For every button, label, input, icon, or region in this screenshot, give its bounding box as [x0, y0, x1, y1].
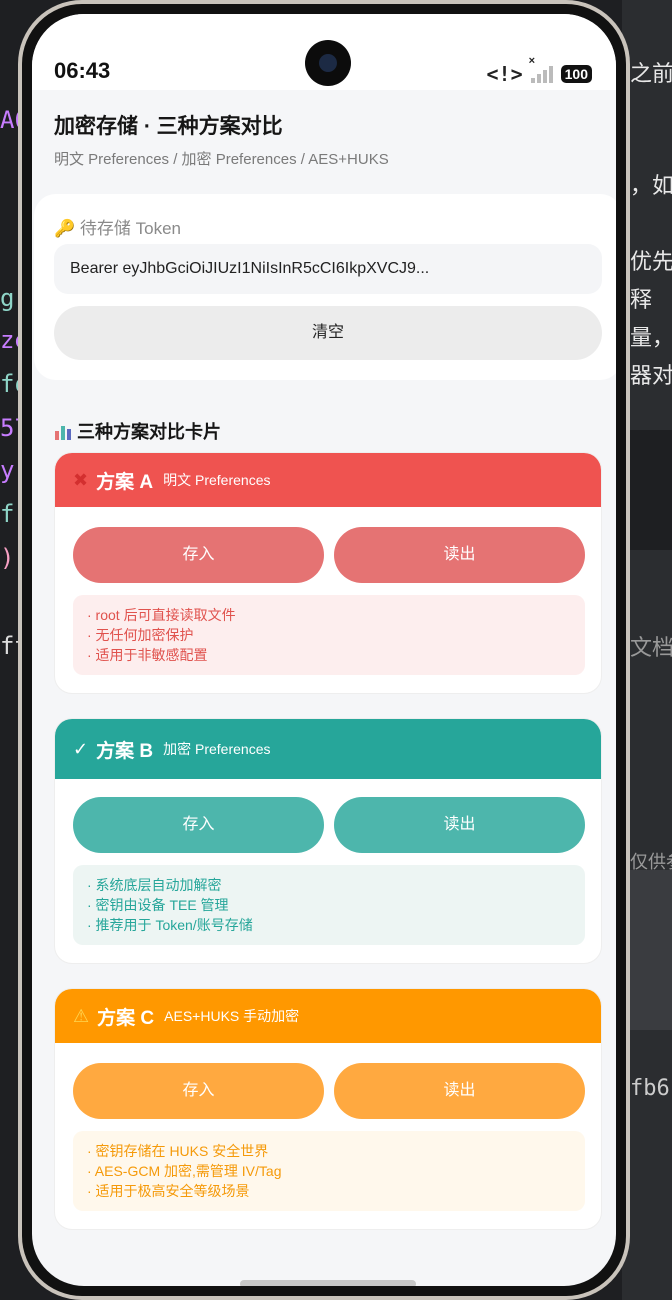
doc-fragment: 释	[630, 288, 653, 313]
save-button[interactable]: 存入	[73, 1063, 324, 1119]
status-bar: 06:43 <!> × 100	[32, 14, 616, 90]
scheme-notes: · 密钥存储在 HUKS 安全世界 · AES-GCM 加密,需管理 IV/Ta…	[73, 1131, 585, 1211]
token-input[interactable]: Bearer eyJhbGciOiJIUzI1NiIsInR5cCI6IkpXV…	[54, 244, 602, 294]
scheme-name: 方案 C	[97, 1007, 155, 1029]
save-button[interactable]: 存入	[73, 797, 324, 853]
save-button[interactable]: 存入	[73, 527, 324, 583]
scheme-desc: 明文 Preferences	[163, 472, 271, 488]
phone-frame: 06:43 <!> × 100 加密存储 · 三种方案对比 明文 Prefere…	[18, 0, 630, 1300]
chart-icon	[54, 423, 72, 441]
phone-bezel: 06:43 <!> × 100 加密存储 · 三种方案对比 明文 Prefere…	[22, 4, 626, 1296]
page-header: 加密存储 · 三种方案对比 明文 Preferences / 加密 Prefer…	[54, 110, 389, 169]
scheme-desc: 加密 Preferences	[163, 741, 271, 757]
scheme-actions: 存入 读出	[73, 527, 585, 583]
scheme-desc: AES+HUKS 手动加密	[164, 1008, 300, 1024]
battery-icon: 100	[560, 65, 592, 83]
signal-icon: ×	[529, 55, 553, 83]
scheme-name: 方案 A	[96, 471, 154, 493]
section-title-row: 三种方案对比卡片	[54, 418, 221, 444]
scheme-header: ✓ 方案 B 加密 Preferences	[55, 719, 601, 779]
doc-fragment: 优先	[630, 250, 672, 275]
read-button[interactable]: 读出	[334, 527, 585, 583]
note-item: · 适用于非敏感配置	[87, 647, 208, 663]
warning-icon: ⚠	[73, 1005, 90, 1026]
page-title: 加密存储 · 三种方案对比	[54, 115, 283, 138]
scheme-header: ⚠ 方案 C AES+HUKS 手动加密	[55, 989, 601, 1043]
code-fragment: g	[0, 284, 15, 312]
scheme-header: ✖ 方案 A 明文 Preferences	[55, 453, 601, 507]
doc-fragment: 之前	[630, 62, 672, 87]
scheme-card-b: ✓ 方案 B 加密 Preferences 存入 读出 · 系统底层自动加解密 …	[54, 718, 602, 964]
note-item: · AES-GCM 加密,需管理 IV/Tag	[87, 1163, 282, 1179]
scheme-card-c: ⚠ 方案 C AES+HUKS 手动加密 存入 读出 · 密钥存储在 HUKS …	[54, 988, 602, 1230]
note-item: · 无任何加密保护	[87, 627, 194, 643]
note-item: · 密钥存储在 HUKS 安全世界	[87, 1143, 269, 1159]
note-item: · root 后可直接读取文件	[87, 607, 236, 623]
note-item: · 推荐用于 Token/账号存储	[87, 917, 253, 933]
phone-screen: 06:43 <!> × 100 加密存储 · 三种方案对比 明文 Prefere…	[32, 14, 616, 1286]
read-button[interactable]: 读出	[334, 1063, 585, 1119]
developer-mode-icon: <!>	[486, 62, 523, 86]
section-title: 三种方案对比卡片	[77, 422, 222, 442]
doc-fragment: 器对	[630, 364, 672, 389]
scheme-notes: · 系统底层自动加解密 · 密钥由设备 TEE 管理 · 推荐用于 Token/…	[73, 865, 585, 945]
doc-fragment: 量，信	[630, 326, 672, 351]
scheme-notes: · root 后可直接读取文件 · 无任何加密保护 · 适用于非敏感配置	[73, 595, 585, 675]
clear-button[interactable]: 清空	[54, 306, 602, 360]
note-item: · 密钥由设备 TEE 管理	[87, 897, 229, 913]
cross-icon: ✖	[73, 469, 89, 490]
code-fragment: f	[0, 500, 15, 528]
read-button[interactable]: 读出	[334, 797, 585, 853]
code-fragment: )	[0, 544, 15, 572]
token-label-row: 🔑 待存储 Token	[54, 214, 181, 239]
status-time: 06:43	[54, 58, 111, 83]
key-icon: 🔑	[54, 219, 76, 238]
token-card: 🔑 待存储 Token Bearer eyJhbGciOiJIUzI1NiIsI…	[34, 194, 616, 380]
gesture-nav-bar[interactable]	[240, 1280, 416, 1286]
scheme-actions: 存入 读出	[73, 797, 585, 853]
note-item: · 适用于极高安全等级场景	[87, 1183, 250, 1199]
check-icon: ✓	[73, 738, 89, 759]
scheme-name: 方案 B	[96, 740, 154, 762]
page-subtitle: 明文 Preferences / 加密 Preferences / AES+HU…	[54, 151, 389, 168]
doc-fragment: 仅供参	[630, 852, 672, 873]
note-item: · 系统底层自动加解密	[87, 877, 222, 893]
code-fragment: fb6	[630, 1076, 670, 1101]
scheme-actions: 存入 读出	[73, 1063, 585, 1119]
scheme-card-a: ✖ 方案 A 明文 Preferences 存入 读出 · root 后可直接读…	[54, 452, 602, 694]
status-icons: <!> × 100	[486, 55, 592, 86]
front-camera	[305, 40, 351, 86]
token-label: 待存储 Token	[79, 219, 181, 238]
doc-fragment: ，如	[630, 174, 672, 199]
doc-fragment: 文档	[630, 636, 672, 661]
